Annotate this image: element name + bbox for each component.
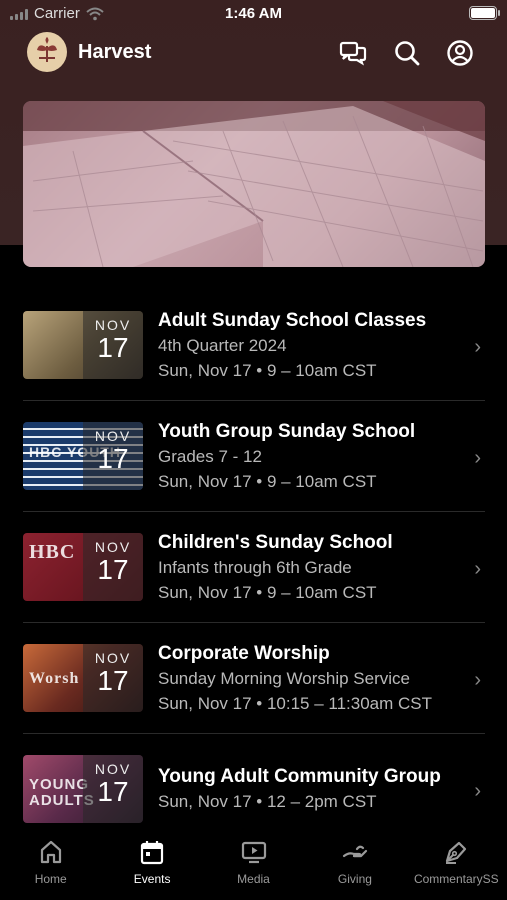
event-month: NOV [94,428,132,444]
event-thumbnail: HBC NOV 17 [23,533,143,601]
tab-label: Events [133,872,171,886]
event-time: Sun, Nov 17 • 9 – 10am CST [158,361,377,380]
calendar-planner-image [23,101,485,267]
event-day: 17 [97,443,129,474]
chevron-right-icon: › [474,780,481,802]
app-title: Harvest [78,41,152,63]
event-title: Youth Group Sunday School [158,421,416,442]
giving-hand-icon [342,845,368,858]
event-title: Young Adult Community Group [158,766,441,787]
bottom-tab-bar: Home Events Media Giving CommentarySS [0,826,507,900]
event-time: Sun, Nov 17 • 10:15 – 11:30am CST [158,694,433,713]
event-thumbnail: YOUNG ADULTS NOV 17 [23,755,143,823]
event-subtitle: Sunday Morning Worship Service [158,669,410,688]
event-date-badge: NOV 17 [83,533,143,601]
chevron-right-icon: › [474,669,481,691]
harvest-logo-icon [37,37,57,62]
tab-commentaryss[interactable]: CommentarySS [406,826,507,900]
tab-home[interactable]: Home [0,826,101,900]
event-time: Sun, Nov 17 • 9 – 10am CST [158,472,377,491]
event-thumbnail: HBC YOUTH NOV 17 [23,422,143,490]
event-date-badge: NOV 17 [83,311,143,379]
event-subtitle: 4th Quarter 2024 [158,336,287,355]
event-time: Sun, Nov 17 • 9 – 10am CST [158,583,377,602]
event-row-3[interactable]: Worsh NOV 17 Corporate Worship Sunday Mo… [23,623,485,734]
tab-label: Home [34,872,67,886]
event-date-badge: NOV 17 [83,644,143,712]
event-time: Sun, Nov 17 • 12 – 2pm CST [158,792,377,811]
event-row-2[interactable]: HBC NOV 17 Children's Sunday School Infa… [23,512,485,623]
account-icon[interactable] [445,38,475,68]
event-month: NOV [94,539,132,555]
tab-label: Media [237,872,270,886]
chat-icon[interactable] [338,38,368,68]
event-month: NOV [94,317,132,333]
event-date-badge: NOV 17 [83,422,143,490]
event-day: 17 [97,554,129,585]
search-icon[interactable] [392,38,422,68]
church-logo[interactable] [27,32,67,72]
calendar-icon [141,841,164,865]
event-title: Corporate Worship [158,643,330,664]
tab-giving[interactable]: Giving [304,826,405,900]
event-title: Children's Sunday School [158,532,393,553]
event-thumbnail: NOV 17 [23,311,143,379]
featured-banner-image[interactable] [23,101,485,267]
battery-icon [469,6,500,20]
event-day: 17 [97,332,129,363]
chevron-right-icon: › [474,558,481,580]
app-header: Harvest [0,30,507,76]
event-list: NOV 17 Adult Sunday School Classes 4th Q… [23,290,485,845]
tab-label: Giving [337,872,372,886]
event-day: 17 [97,665,129,696]
event-month: NOV [94,761,132,777]
event-thumbnail: Worsh NOV 17 [23,644,143,712]
status-time: 1:46 AM [225,5,282,22]
play-screen-icon [241,841,266,864]
event-row-0[interactable]: NOV 17 Adult Sunday School Classes 4th Q… [23,290,485,401]
chevron-right-icon: › [474,336,481,358]
event-day: 17 [97,776,129,807]
event-title: Adult Sunday School Classes [158,310,427,331]
tab-label: CommentarySS [413,872,499,886]
event-month: NOV [94,650,132,666]
tab-events[interactable]: Events [101,826,202,900]
event-subtitle: Infants through 6th Grade [158,558,352,577]
home-icon [40,840,61,864]
status-bar: Carrier 1:46 AM [0,0,507,28]
event-date-badge: NOV 17 [83,755,143,823]
chevron-right-icon: › [474,447,481,469]
pen-nib-icon [446,841,467,864]
event-row-1[interactable]: HBC YOUTH NOV 17 Youth Group Sunday Scho… [23,401,485,512]
tab-media[interactable]: Media [203,826,304,900]
event-subtitle: Grades 7 - 12 [158,447,262,466]
